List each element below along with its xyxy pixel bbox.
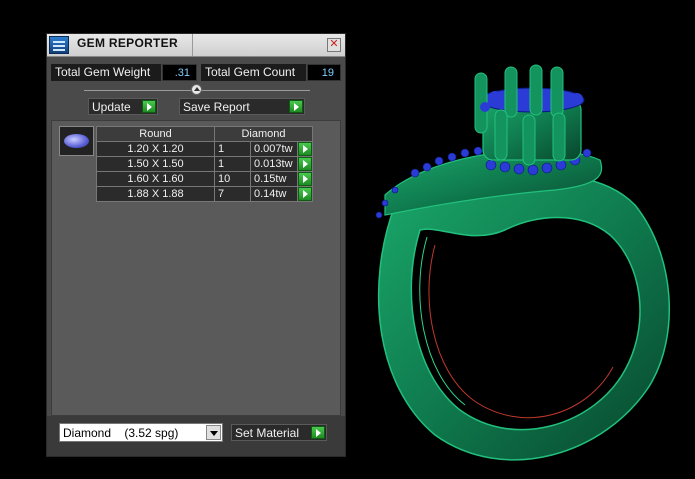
select-row-button[interactable] [298, 172, 312, 186]
chevron-down-icon[interactable] [206, 425, 221, 440]
table-row[interactable]: 1.60 X 1.60 10 0.15tw [96, 171, 313, 187]
gem-count: 7 [214, 186, 251, 202]
set-material-button-label: Set Material [235, 426, 300, 440]
play-arrow-icon [311, 426, 325, 439]
close-button[interactable]: ✕ [327, 38, 341, 52]
update-button[interactable]: Update [88, 98, 158, 115]
gem-size: 1.50 X 1.50 [96, 156, 215, 172]
title-divider [192, 34, 193, 56]
gem-count: 1 [214, 156, 251, 172]
gem-count: 1 [214, 141, 251, 157]
select-row-button[interactable] [298, 157, 312, 171]
update-button-label: Update [92, 100, 131, 114]
total-gem-count-value: 19 [307, 64, 341, 81]
gem-size: 1.88 X 1.88 [96, 186, 215, 202]
save-report-button[interactable]: Save Report [179, 98, 305, 115]
ring-3d-render[interactable] [355, 55, 695, 479]
shape-header: Round [96, 126, 215, 142]
table-row[interactable]: 1.50 X 1.50 1 0.013tw [96, 156, 313, 172]
gem-size: 1.60 X 1.60 [96, 171, 215, 187]
select-row-button[interactable] [298, 187, 312, 201]
total-gem-count-label: Total Gem Count [201, 64, 306, 81]
material-header: Diamond [214, 126, 313, 142]
gem-weight: 0.007tw [250, 141, 298, 157]
select-row-button[interactable] [298, 142, 312, 156]
total-gem-weight-label: Total Gem Weight [51, 64, 161, 81]
table-row[interactable]: 1.20 X 1.20 1 0.007tw [96, 141, 313, 157]
material-select[interactable]: Diamond (3.52 spg) [59, 423, 223, 442]
title-bar[interactable]: GEM REPORTER ✕ [47, 34, 345, 57]
gem-reporter-panel: GEM REPORTER ✕ Total Gem Weight .31 Tota… [46, 33, 346, 457]
gem-weight: 0.14tw [250, 186, 298, 202]
set-material-button[interactable]: Set Material [231, 424, 327, 441]
gem-reporter-icon [49, 36, 69, 54]
panel-title: GEM REPORTER [77, 36, 178, 50]
gem-list-area: Round Diamond 1.20 X 1.20 1 0.007tw 1.50… [51, 120, 341, 416]
gem-count: 10 [214, 171, 251, 187]
material-select-value: Diamond (3.52 spg) [63, 426, 179, 440]
table-header-row: Round Diamond [96, 126, 313, 142]
play-arrow-icon [142, 100, 156, 113]
material-bar: Diamond (3.52 spg) Set Material [47, 416, 345, 456]
round-gem-icon[interactable] [59, 126, 94, 156]
save-report-button-label: Save Report [183, 100, 250, 114]
collapse-knob[interactable] [191, 84, 202, 95]
gem-weight: 0.15tw [250, 171, 298, 187]
total-gem-weight-value: .31 [162, 64, 197, 81]
gem-table: Round Diamond 1.20 X 1.20 1 0.007tw 1.50… [96, 126, 313, 202]
play-arrow-icon [289, 100, 303, 113]
table-row[interactable]: 1.88 X 1.88 7 0.14tw [96, 186, 313, 202]
gem-weight: 0.013tw [250, 156, 298, 172]
gem-size: 1.20 X 1.20 [96, 141, 215, 157]
